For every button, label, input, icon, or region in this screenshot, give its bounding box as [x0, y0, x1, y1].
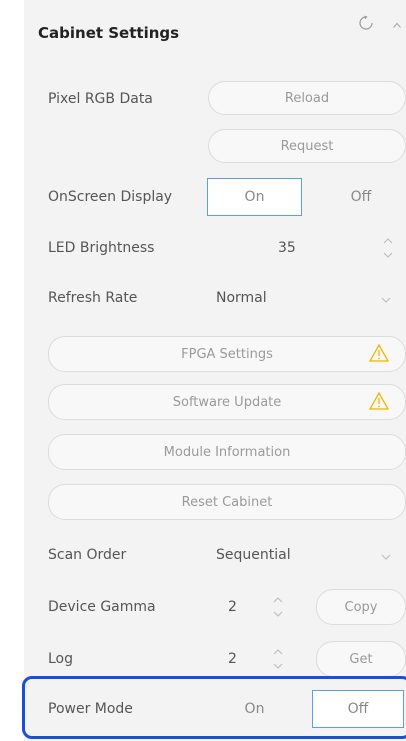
warning-icon — [369, 392, 389, 410]
copy-button[interactable]: Copy — [316, 589, 406, 625]
device-gamma-value[interactable]: 2 — [228, 599, 237, 615]
pixel-rgb-label: Pixel RGB Data — [48, 91, 153, 107]
scan-order-select[interactable]: Sequential — [216, 547, 291, 563]
reload-button[interactable]: Reload — [208, 81, 406, 115]
led-brightness-label: LED Brightness — [48, 240, 155, 256]
log-stepper-icon[interactable] — [271, 644, 285, 674]
scan-order-label: Scan Order — [48, 547, 127, 563]
chevron-up-icon[interactable] — [393, 22, 401, 28]
panel-header: Cabinet Settings — [24, 10, 406, 54]
software-update-label: Software Update — [172, 394, 282, 410]
log-label: Log — [48, 651, 74, 667]
module-information-button[interactable]: Module Information — [48, 434, 406, 470]
refresh-rate-select[interactable]: Normal — [216, 290, 267, 306]
fpga-settings-label: FPGA Settings — [181, 346, 273, 362]
osd-off-button[interactable]: Off — [316, 178, 406, 216]
panel-title: Cabinet Settings — [38, 24, 180, 42]
request-button[interactable]: Request — [208, 129, 406, 163]
brightness-stepper-icon[interactable] — [381, 233, 395, 263]
log-value[interactable]: 2 — [228, 651, 237, 667]
chevron-down-icon[interactable] — [381, 554, 391, 560]
warning-icon — [369, 344, 389, 362]
led-brightness-value[interactable]: 35 — [278, 240, 296, 256]
osd-on-button[interactable]: On — [207, 178, 302, 216]
software-update-button[interactable]: Software Update — [48, 384, 406, 420]
device-gamma-label: Device Gamma — [48, 599, 156, 615]
get-button[interactable]: Get — [316, 641, 406, 677]
fpga-settings-button[interactable]: FPGA Settings — [48, 336, 406, 372]
osd-label: OnScreen Display — [48, 189, 173, 205]
refresh-icon[interactable] — [358, 15, 374, 31]
chevron-down-icon[interactable] — [381, 297, 391, 303]
power-mode-highlight — [22, 676, 406, 739]
refresh-rate-label: Refresh Rate — [48, 290, 138, 306]
gamma-stepper-icon[interactable] — [271, 592, 285, 622]
reset-cabinet-button[interactable]: Reset Cabinet — [48, 484, 406, 520]
